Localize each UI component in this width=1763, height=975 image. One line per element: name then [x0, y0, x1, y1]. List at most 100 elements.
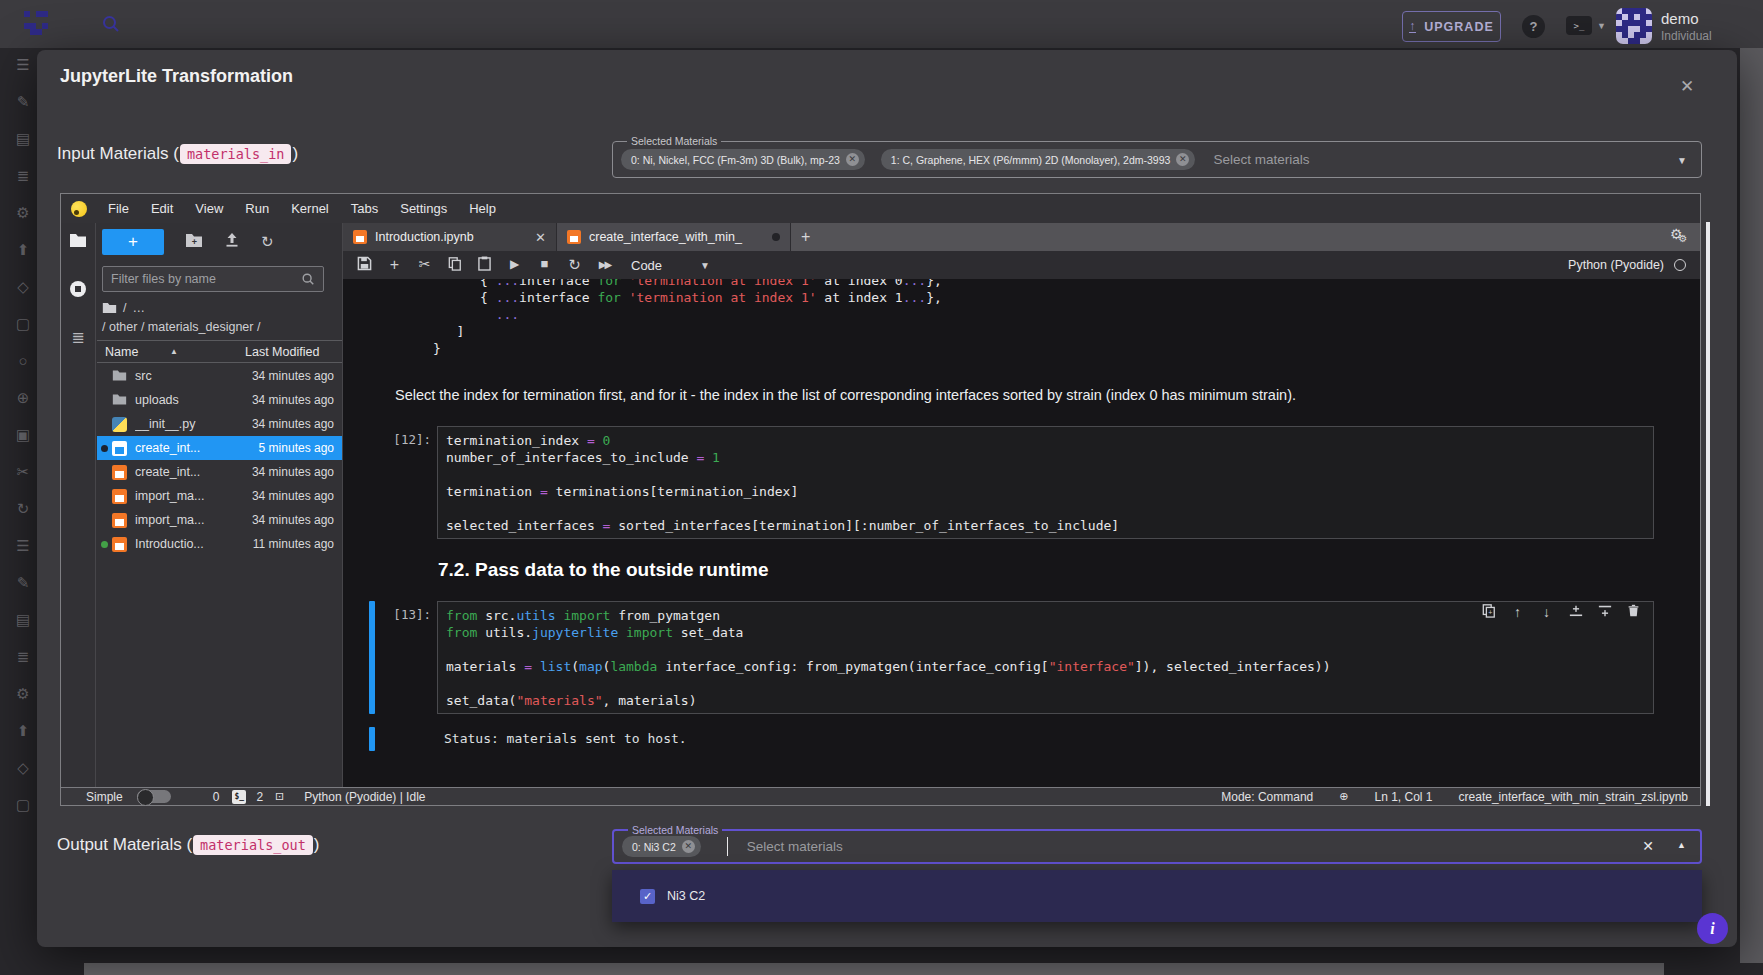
file-list-header[interactable]: Name▲ Last Modified	[97, 340, 342, 363]
svg-text:+: +	[192, 237, 197, 247]
grid-icon: ▤	[10, 611, 36, 648]
close-tab-icon[interactable]: ✕	[535, 230, 546, 245]
shape-icon: ◇	[10, 278, 36, 315]
cut-icon[interactable]: ✂	[416, 256, 433, 274]
breadcrumb-path[interactable]: / other / materials_designer /	[102, 320, 260, 334]
user-avatar[interactable]	[1616, 8, 1652, 44]
filter-files-input[interactable]: Filter files by name	[102, 266, 324, 292]
refresh-icon[interactable]: ↻	[261, 233, 274, 251]
menu-help[interactable]: Help	[458, 201, 507, 216]
output-materials-select[interactable]: Selected Materials 0: Ni3 C2✕Select mate…	[612, 829, 1702, 864]
menu-file[interactable]: File	[97, 201, 140, 216]
shape-icon: ◇	[10, 759, 36, 796]
refresh-icon: ↻	[10, 500, 36, 537]
delete-icon[interactable]	[1625, 603, 1642, 621]
add-icon[interactable]: +	[386, 256, 403, 274]
markdown-heading[interactable]: 7.2. Pass data to the outside runtime	[438, 559, 768, 581]
file-row--init-py[interactable]: __init__.py34 minutes ago	[97, 412, 342, 436]
cell-type-select[interactable]: Code	[631, 258, 662, 273]
file-row-src[interactable]: src34 minutes ago	[97, 364, 342, 388]
settings-gears-icon[interactable]: ⚙⚙	[1670, 226, 1692, 242]
material-chip[interactable]: 0: Ni, Nickel, FCC (Fm-3m) 3D (Bulk), mp…	[621, 149, 865, 170]
material-chip[interactable]: 0: Ni3 C2✕	[622, 836, 701, 857]
file-name: src	[135, 369, 252, 383]
simple-mode-toggle[interactable]	[137, 790, 171, 803]
circle-icon: ○	[10, 352, 36, 389]
duplicate-icon[interactable]: +	[1480, 603, 1497, 621]
new-folder-icon[interactable]: +	[185, 233, 203, 252]
dropdown-arrow-icon[interactable]: ▼	[1677, 155, 1687, 166]
jupyter-left-tabs: ≣	[61, 223, 96, 787]
markdown-cell-text[interactable]: Select the index for termination first, …	[395, 387, 1296, 403]
tab-create-interface[interactable]: create_interface_with_min_	[557, 223, 791, 251]
run-all-icon[interactable]: ▶▶	[596, 256, 613, 274]
dialog-title: JupyterLite Transformation	[60, 66, 293, 87]
menu-view[interactable]: View	[184, 201, 234, 216]
menu-settings[interactable]: Settings	[389, 201, 458, 216]
menu-run[interactable]: Run	[234, 201, 280, 216]
file-row-create-int-[interactable]: create_int...34 minutes ago	[97, 460, 342, 484]
table-of-contents-tab-icon[interactable]: ≣	[61, 328, 95, 347]
paste-icon[interactable]	[476, 256, 493, 274]
copy-icon[interactable]	[446, 256, 463, 274]
chip-remove-icon[interactable]: ✕	[682, 840, 695, 853]
move-up-icon[interactable]: ↑	[1509, 604, 1526, 620]
running-sessions-tab-icon[interactable]	[61, 280, 95, 302]
code-cell-active[interactable]: from src.utils import from_pymatgenfrom …	[437, 601, 1654, 714]
file-browser-panel: + + ↻ Filter files by name /… / other / …	[97, 223, 343, 787]
select-placeholder[interactable]: Select materials	[1213, 152, 1309, 167]
new-launcher-button[interactable]: +	[102, 229, 164, 255]
file-row-introductio-[interactable]: Introductio...11 minutes ago	[97, 532, 342, 556]
menu-edit[interactable]: Edit	[140, 201, 184, 216]
insert-below-icon[interactable]	[1596, 604, 1613, 621]
kernel-status-text[interactable]: Python (Pyodide) | Idle	[304, 790, 425, 804]
modal-scrollbar[interactable]	[1706, 222, 1710, 806]
new-tab-button[interactable]: +	[791, 223, 820, 251]
materials-out-code: materials_out	[193, 835, 313, 855]
stop-icon[interactable]: ■	[536, 256, 553, 274]
material-chip[interactable]: 1: C, Graphene, HEX (P6/mmm) 2D (Monolay…	[881, 149, 1196, 170]
file-row-create-int-[interactable]: create_int...5 minutes ago	[97, 436, 342, 460]
restart-icon[interactable]: ↻	[566, 256, 583, 274]
text-cursor	[727, 837, 728, 856]
chip-remove-icon[interactable]: ✕	[1176, 153, 1189, 166]
code-cell[interactable]: termination_index = 0number_of_interface…	[437, 426, 1654, 539]
file-row-import-ma-[interactable]: import_ma...34 minutes ago	[97, 484, 342, 508]
notebook-content[interactable]: { ...interface for 'termination at index…	[343, 279, 1700, 787]
run-icon[interactable]: ▶	[506, 256, 523, 274]
input-materials-select[interactable]: Selected Materials 0: Ni, Nickel, FCC (F…	[612, 141, 1702, 178]
kernel-icon: ⊡	[275, 790, 284, 803]
app-logo-icon[interactable]	[24, 11, 50, 37]
close-icon[interactable]: ✕	[1680, 76, 1694, 97]
cursor-position[interactable]: Ln 1, Col 1	[1375, 790, 1433, 804]
kernel-indicator[interactable]: Python (Pyodide)	[1568, 258, 1686, 272]
move-down-icon[interactable]: ↓	[1538, 604, 1555, 620]
insert-above-icon[interactable]	[1567, 604, 1584, 621]
clear-icon[interactable]: ✕	[1642, 838, 1654, 854]
dropdown-collapse-icon[interactable]: ▲	[1677, 840, 1686, 850]
help-button[interactable]: ?	[1522, 15, 1545, 38]
file-browser-tab-icon[interactable]	[61, 233, 95, 252]
tab-introduction-ipynb[interactable]: Introduction.ipynb ✕	[343, 223, 557, 251]
checkbox-checked-icon[interactable]: ✓	[640, 889, 655, 904]
menu-kernel[interactable]: Kernel	[280, 201, 340, 216]
save-icon[interactable]	[356, 256, 373, 274]
console-menu-button[interactable]: >_	[1566, 16, 1592, 35]
breadcrumb[interactable]: /…	[102, 301, 145, 315]
upgrade-button[interactable]: ↑UPGRADE	[1402, 11, 1501, 42]
dropdown-option[interactable]: ✓ Ni3 C2	[612, 878, 1702, 914]
background-footer-bar	[84, 963, 1664, 975]
search-icon[interactable]	[101, 14, 121, 38]
file-row-import-ma-[interactable]: import_ma...34 minutes ago	[97, 508, 342, 532]
menu-tabs[interactable]: Tabs	[340, 201, 389, 216]
info-button[interactable]: i	[1697, 913, 1728, 944]
menu-icon: ☰	[10, 537, 36, 574]
edit-icon: ✎	[10, 574, 36, 611]
upload-icon[interactable]	[224, 232, 240, 252]
select-placeholder[interactable]: Select materials	[747, 839, 843, 854]
settings-icon: ⚙	[10, 685, 36, 722]
mode-indicator: Mode: Command	[1221, 790, 1313, 804]
add-icon: ⊕	[10, 389, 36, 426]
file-row-uploads[interactable]: uploads34 minutes ago	[97, 388, 342, 412]
chip-remove-icon[interactable]: ✕	[846, 153, 859, 166]
